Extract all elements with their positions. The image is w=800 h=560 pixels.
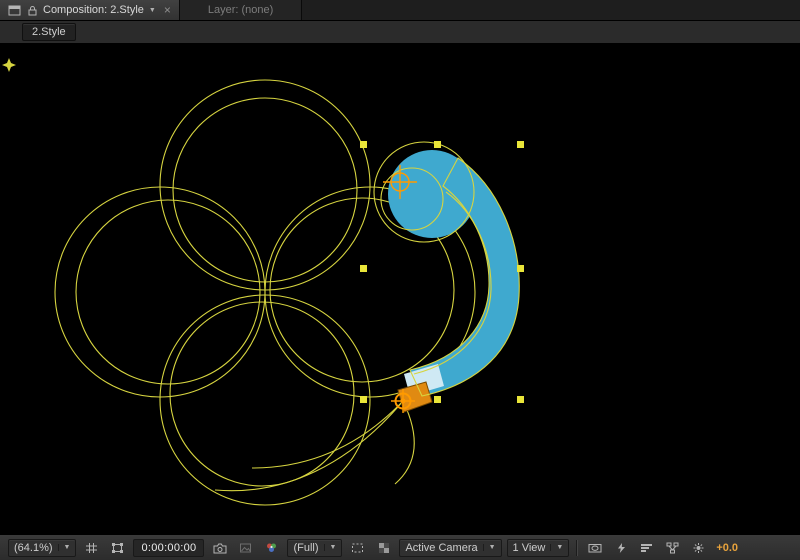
- comp-navigator-row: 2.Style: [0, 21, 800, 44]
- path-tangent-lines[interactable]: [214, 400, 415, 492]
- comp-panel-toolbar: (64.1%) ▼ 0:00:00:00 (Full) ▼ Active Cam…: [0, 534, 800, 560]
- view-layout-select[interactable]: 1 View ▼: [506, 538, 570, 557]
- selection-handle[interactable]: [517, 396, 524, 403]
- comp-viewport[interactable]: [0, 44, 800, 534]
- grid-icon: [86, 542, 98, 553]
- reset-exposure-button[interactable]: [688, 539, 709, 557]
- tab-composition[interactable]: Composition: 2.Style ▼ ×: [0, 0, 180, 20]
- magnification-select[interactable]: (64.1%) ▼: [8, 538, 77, 557]
- selection-handle[interactable]: [517, 265, 524, 272]
- show-snapshot-button[interactable]: [235, 539, 256, 557]
- roi-dashed-rect-icon: [352, 543, 364, 552]
- 3d-view-value: Active Camera: [405, 541, 478, 554]
- 3d-view-select[interactable]: Active Camera ▼: [399, 538, 502, 557]
- lock-icon: [28, 6, 37, 16]
- chevron-down-icon: ▼: [57, 544, 70, 551]
- selection-handle[interactable]: [517, 141, 524, 148]
- current-time-display[interactable]: 0:00:00:00: [133, 538, 205, 557]
- flowchart-icon: [666, 542, 679, 553]
- grid-options-button[interactable]: [81, 539, 102, 557]
- canvas-cursor-marker: [2, 58, 16, 72]
- transparency-grid-button[interactable]: [373, 539, 394, 557]
- chevron-down-icon: ▼: [323, 544, 336, 551]
- exposure-sun-icon: [693, 542, 704, 553]
- close-icon[interactable]: ×: [164, 4, 171, 16]
- selection-handle[interactable]: [434, 396, 441, 403]
- lightning-icon: [617, 542, 625, 553]
- panel-icon: [8, 5, 21, 15]
- checkerboard-icon: [378, 542, 389, 553]
- panel-tab-bar: Composition: 2.Style ▼ × Layer: (none): [0, 0, 800, 21]
- panel-menu-chevron-icon[interactable]: ▼: [149, 7, 156, 14]
- view-layout-value: 1 View: [512, 541, 546, 554]
- selection-handle[interactable]: [360, 141, 367, 148]
- mask-outline-icon: [112, 542, 124, 553]
- pixel-aspect-icon: [588, 543, 602, 552]
- selection-handle[interactable]: [360, 396, 367, 403]
- composition-canvas[interactable]: [0, 44, 800, 534]
- comp-breadcrumb-button[interactable]: 2.Style: [22, 23, 76, 41]
- composition-panel: Composition: 2.Style ▼ × Layer: (none) 2…: [0, 0, 800, 560]
- selection-handle[interactable]: [434, 141, 441, 148]
- tab-layer[interactable]: Layer: (none): [179, 0, 303, 20]
- selection-handle[interactable]: [360, 265, 367, 272]
- pixel-aspect-correction-button[interactable]: [584, 539, 605, 557]
- exposure-value[interactable]: +0.0: [716, 542, 738, 554]
- tab-composition-label: Composition: 2.Style: [43, 4, 144, 16]
- chevron-down-icon: ▼: [550, 544, 563, 551]
- rgb-channels-icon: [267, 543, 277, 552]
- comp-flowchart-button[interactable]: [662, 539, 683, 557]
- show-channel-button[interactable]: [261, 539, 282, 557]
- snapshot-icon: [240, 543, 252, 552]
- resolution-value: (Full): [293, 541, 319, 554]
- timeline-button[interactable]: [636, 539, 657, 557]
- take-snapshot-button[interactable]: [209, 539, 230, 557]
- region-of-interest-button[interactable]: [347, 539, 368, 557]
- chevron-down-icon: ▼: [482, 544, 496, 551]
- tab-layer-label: Layer: (none): [207, 4, 274, 16]
- fast-previews-button[interactable]: [610, 539, 631, 557]
- magnification-value: (64.1%): [14, 541, 53, 554]
- timeline-icon: [641, 543, 653, 552]
- toolbar-separator: [576, 539, 578, 556]
- camera-icon: [213, 543, 227, 553]
- mask-visibility-button[interactable]: [107, 539, 128, 557]
- resolution-select[interactable]: (Full) ▼: [287, 538, 343, 557]
